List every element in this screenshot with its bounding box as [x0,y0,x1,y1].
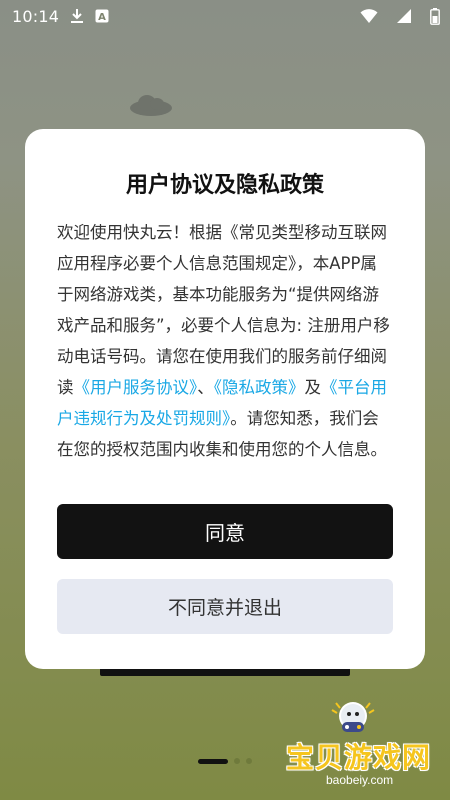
disagree-exit-button[interactable]: 不同意并退出 [57,579,393,634]
gamepad-logo-icon [330,700,376,738]
page-dot [234,758,240,764]
privacy-dialog: 用户协议及隐私政策 欢迎使用快丸云！根据《常见类型移动互联网应用程序必要个人信息… [25,129,425,669]
separator-text: 、 [197,378,214,397]
agree-button[interactable]: 同意 [57,504,393,559]
signal-icon [396,8,412,24]
wifi-icon [360,8,378,24]
watermark-title: 宝贝游戏网 [286,741,432,774]
cloud-icon [128,93,174,117]
status-time: 10:14 [12,6,60,26]
battery-icon [430,7,440,25]
dialog-content[interactable]: 欢迎使用快丸云！根据《常见类型移动互联网应用程序必要个人信息范围规定》，本APP… [57,217,393,469]
privacy-policy-link[interactable]: 《隐私政策》 [214,378,305,397]
content-text: 欢迎使用快丸云！根据《常见类型移动互联网应用程序必要个人信息范围规定》，本APP… [57,223,390,397]
watermark-url: baobeiy.com [326,773,394,787]
svg-text:A: A [98,12,106,23]
dialog-title: 用户协议及隐私政策 [125,173,324,198]
page-dot-active [198,758,228,764]
status-bar: 10:14 A [0,0,450,32]
page-indicator [198,758,252,764]
download-icon [69,8,85,24]
a-notification-icon: A [95,9,109,23]
user-agreement-link[interactable]: 《用户服务协议》 [74,378,198,397]
separator-text: 及 [304,378,322,397]
content-fade [57,459,393,485]
page-dot [246,758,252,764]
watermark: 宝贝游戏网 baobeiy.com [286,700,446,792]
